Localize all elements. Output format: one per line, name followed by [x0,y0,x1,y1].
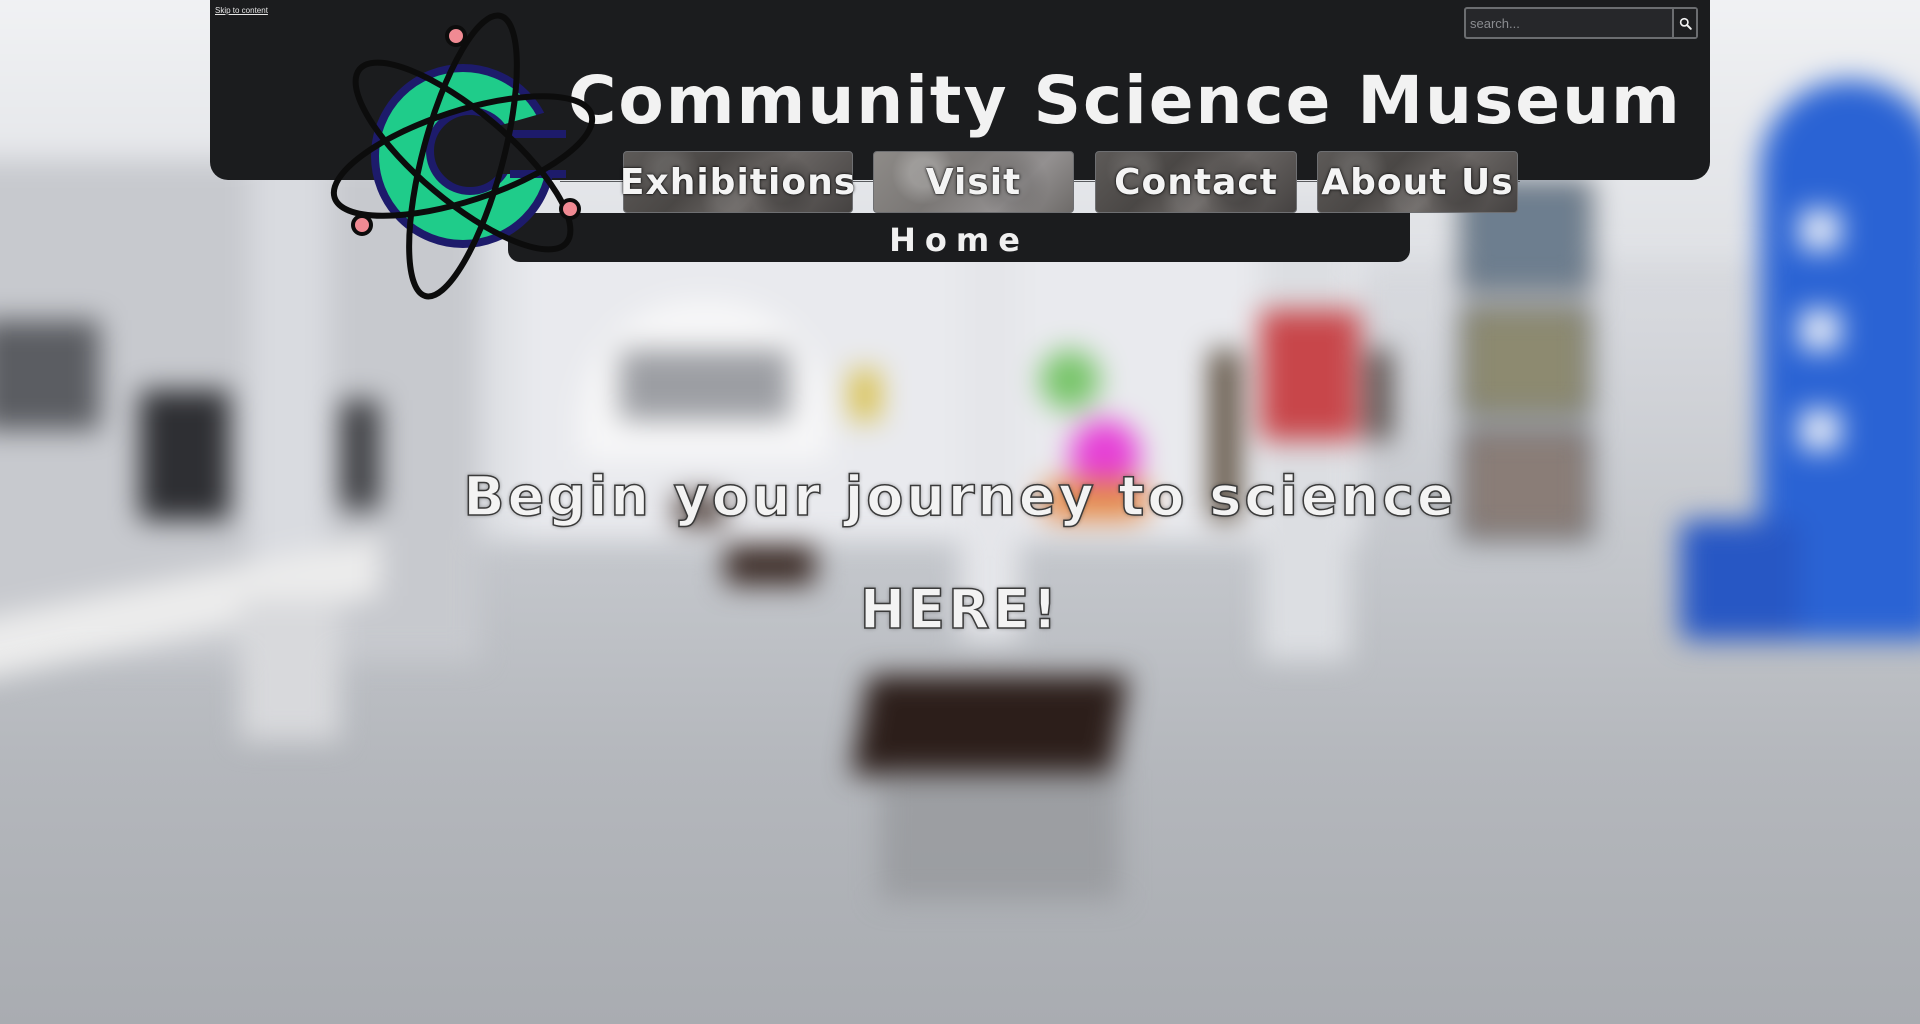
hero-heading-line-2: HERE! [859,577,1061,642]
atom-c-logo-icon[interactable] [318,6,618,306]
nav-contact-button[interactable]: Contact [1095,151,1297,213]
skip-to-content-link[interactable]: Skip to content [215,6,268,15]
search-input[interactable] [1466,9,1672,37]
site-title: Community Science Museum [568,62,1682,139]
search-form [1464,7,1698,39]
search-button[interactable] [1672,9,1696,37]
search-icon [1679,17,1692,30]
nav-exhibitions-button[interactable]: Exhibitions [620,151,855,213]
nav-visit-button[interactable]: Visit [873,151,1074,213]
current-page-label: Home [889,221,1029,259]
hero-heading-line-1: Begin your journey to science [463,464,1457,529]
nav-about-us-button[interactable]: About Us [1317,151,1518,213]
